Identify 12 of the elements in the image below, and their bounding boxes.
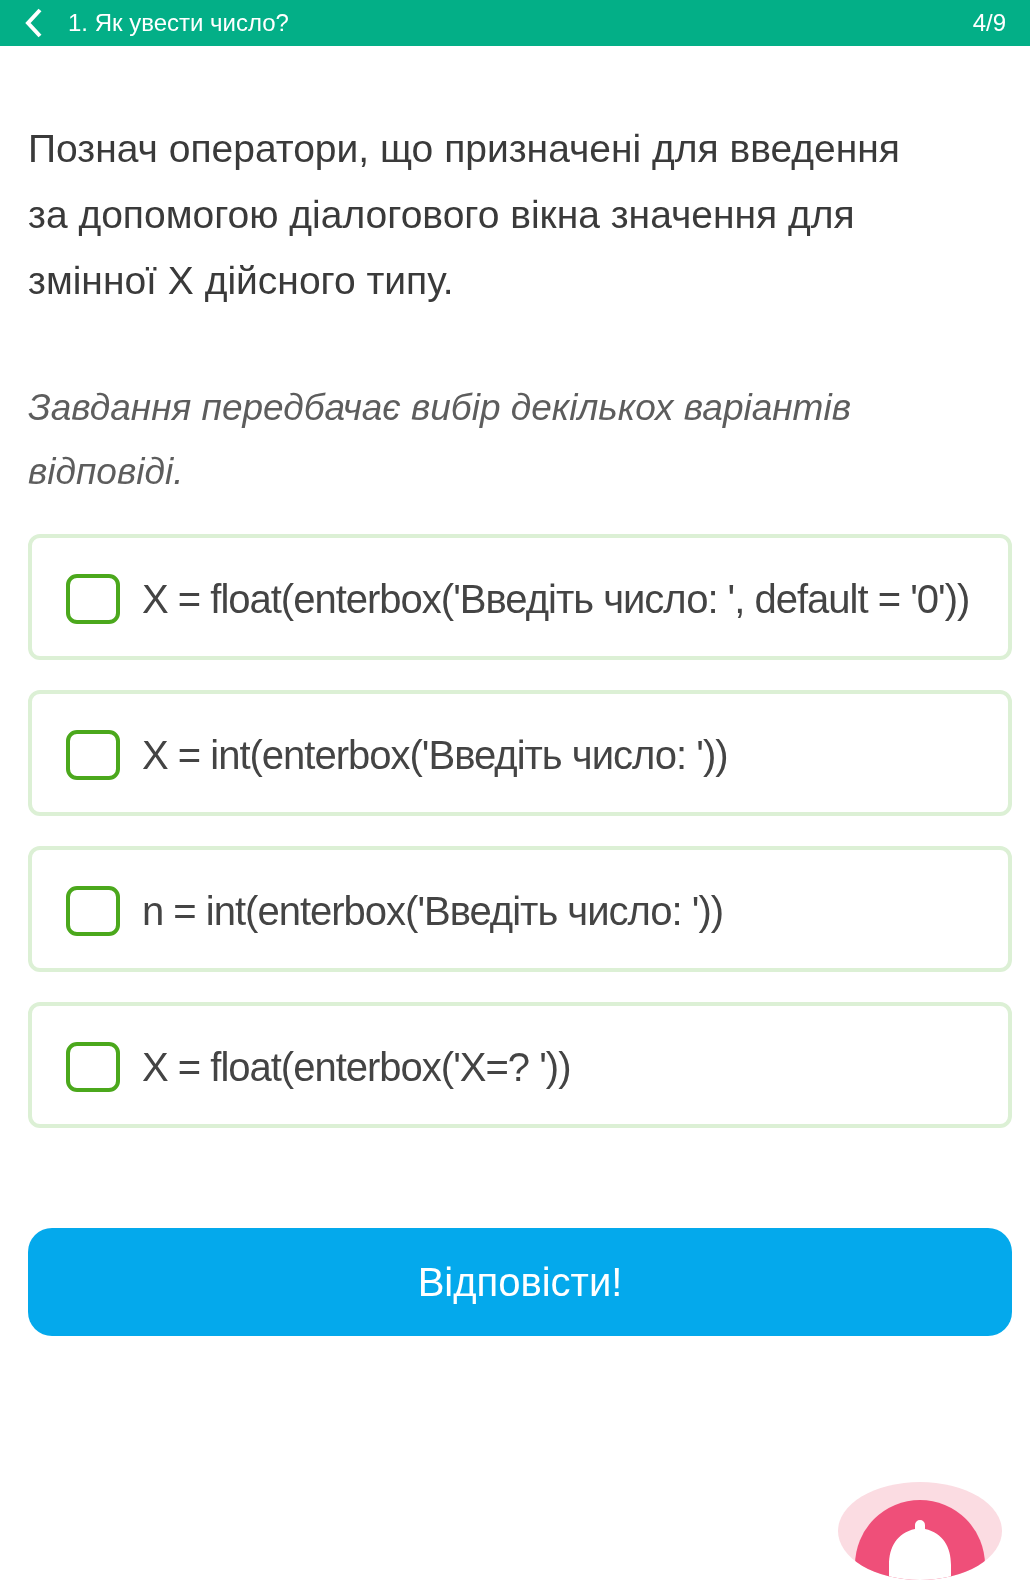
option-text: X = float(enterbox('X=? ')) [142,1044,571,1091]
quiz-title: 1. Як увести число? [68,8,289,38]
answer-option[interactable]: X = float(enterbox('X=? ')) [28,1002,1012,1128]
hint-text: Завдання передбачає вибір декількох варіантів відповіді. [27,386,852,494]
answer-option[interactable]: X = int(enterbox('Введіть число: ')) [28,690,1012,816]
progress-counter: 4/9 [972,8,1006,38]
option-text: X = float(enterbox('Введіть число: ', default = '0')) [142,576,970,623]
answer-option[interactable]: X = float(enterbox('Введіть число: ', default = '0')) [28,534,1012,660]
answer-option[interactable]: n = int(enterbox('Введіть число: ')) [28,846,1012,972]
option-text: X = int(enterbox('Введіть число: ')) [142,732,728,779]
option-text: n = int(enterbox('Введіть число: ')) [142,888,724,935]
question-text: Познач оператори, що призначені для введення за допомогою діалогового вікна значення для змінної X дійсного типу. [27,126,901,304]
